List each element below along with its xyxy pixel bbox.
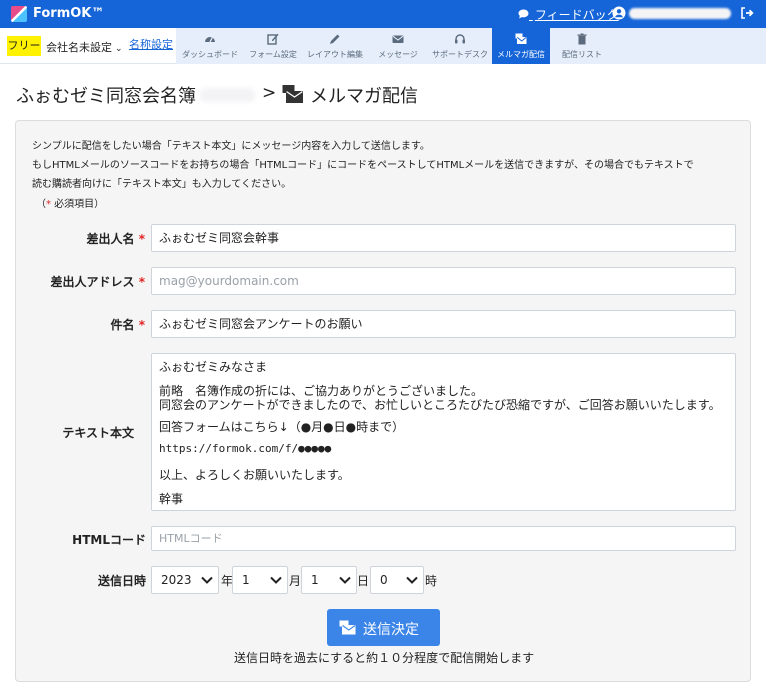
text-body-line: https://formok.com/f/●●●●● [159,442,332,455]
html-code-label: HTMLコード [72,533,146,547]
logout-icon[interactable] [740,6,754,20]
nav-item-mail-magazine[interactable]: メルマガ配信 [492,28,550,64]
required-star: * [138,232,145,246]
sender-name-input[interactable]: ふぉむゼミ同窓会幹事 [151,224,736,252]
envelope-icon [392,35,404,43]
nav-item-support-desk[interactable]: サポートデスク [428,28,492,64]
send-datetime-label: 送信日時 [97,574,146,588]
mail-bulk-icon [515,33,527,44]
nav-item-label: レイアウト編集 [307,50,363,59]
layout-icon [330,34,340,44]
nav-item-label: サポートデスク [432,50,488,59]
text-body-line: 回答フォームはこちら↓（●月●日●時まで） [159,420,405,434]
send-confirm-button[interactable]: 送信決定 [327,609,440,646]
breadcrumb-root[interactable]: ふぉむゼミ同窓会名簿 [16,82,196,108]
html-code-input[interactable]: HTMLコード [151,526,736,551]
required-star: * [138,275,145,289]
send-timing-note: 送信日時を過去にすると約１０分程度で配信開始します [234,651,535,665]
description-line-1: シンプルに配信をしたい場合「テキスト本文」にメッセージ内容を入力して送信します。 [32,141,430,152]
nav-item-form-settings[interactable]: フォーム設定 [244,28,302,64]
nav-item-label: メッセージ [378,50,418,59]
mail-bulk-icon [282,85,303,103]
chevron-down-icon [339,576,351,584]
required-note: （* 必須項目） [36,199,105,210]
chevron-down-icon [406,576,418,584]
sender-address-label: 差出人アドレス * [50,275,145,289]
nav-item-label: ダッシュボード [182,50,238,59]
top-bar: FormOK™ フィードバック [0,0,766,28]
text-body-line: 以上、よろしくお願いいたします。 [159,468,350,482]
company-selector[interactable]: 会社名未設定 ⌄ [46,39,123,55]
nav-item-layout-edit[interactable]: レイアウト編集 [302,28,368,64]
text-body-textarea[interactable]: ふぉむゼミみなさま 前略 名簿作成の折には、ご協力ありがとうございました。 同窓… [151,353,736,511]
day-unit: 日 [357,574,370,588]
page-title: メルマガ配信 [310,86,418,107]
main-nav: ダッシュボード フォーム設定 レイアウト編集 メッセージ サポートデスク メルマ… [176,28,766,64]
text-body-line: 幹事 [159,492,184,506]
nav-item-label: フォーム設定 [249,50,297,59]
user-icon[interactable] [612,6,626,20]
breadcrumb-redacted [200,88,255,102]
text-body-line: ふぉむゼミみなさま [159,360,268,374]
month-value: 1 [242,573,250,587]
plan-badge: フリー [7,36,41,56]
name-settings-link[interactable]: 名称設定 [129,36,173,52]
subject-label: 件名 * [110,318,145,332]
nav-item-label: メルマガ配信 [497,50,545,59]
month-unit: 月 [289,574,302,588]
trash-icon [577,33,587,45]
text-body-line: 同窓会のアンケートができましたので、お忙しいところたびたび恐縮ですが、ご回答お願… [159,398,721,412]
text-body-label: テキスト本文 [62,426,134,440]
breadcrumb-separator: > [262,83,277,103]
chevron-down-icon [270,576,282,584]
chevron-down-icon [201,576,213,584]
month-select[interactable]: 1 [232,566,288,594]
description-line-2: もしHTMLメールのソースコードをお持ちの場合「HTMLコード」にコードをペース… [32,160,694,171]
hour-value: 0 [380,573,388,587]
chevron-down-icon: ⌄ [115,44,123,54]
subject-input[interactable]: ふぉむゼミ同窓会アンケートのお願い [151,310,736,338]
required-star: * [138,318,145,332]
hour-unit: 時 [425,574,438,588]
nav-item-dashboard[interactable]: ダッシュボード [176,28,244,64]
year-select[interactable]: 2023 [151,566,219,594]
description-line-3: 読む購読者向けに「テキスト本文」も入力してください。 [32,179,292,190]
app-logo-icon[interactable] [11,6,27,22]
edit-icon [267,33,279,45]
nav-item-messages[interactable]: メッセージ [368,28,428,64]
hour-select[interactable]: 0 [370,566,424,594]
feedback-label: フィードバック [534,8,619,22]
nav-item-delivery-list[interactable]: 配信リスト [550,28,614,64]
send-confirm-label: 送信決定 [363,622,419,638]
sender-name-label: 差出人名 * [86,232,145,246]
day-value: 1 [311,573,319,587]
chat-bubble-icon [518,8,533,22]
company-label: 会社名未設定 [46,41,112,54]
nav-item-label: 配信リスト [562,50,602,59]
year-value: 2023 [161,573,192,587]
gauge-icon [205,37,215,43]
user-name-redacted [629,8,731,19]
headset-icon [455,34,465,44]
feedback-link[interactable]: フィードバック [518,6,619,23]
app-title[interactable]: FormOK™ [33,6,104,21]
sender-address-input[interactable]: mag@yourdomain.com [151,267,736,295]
mail-bulk-icon [339,620,356,635]
day-select[interactable]: 1 [301,566,357,594]
